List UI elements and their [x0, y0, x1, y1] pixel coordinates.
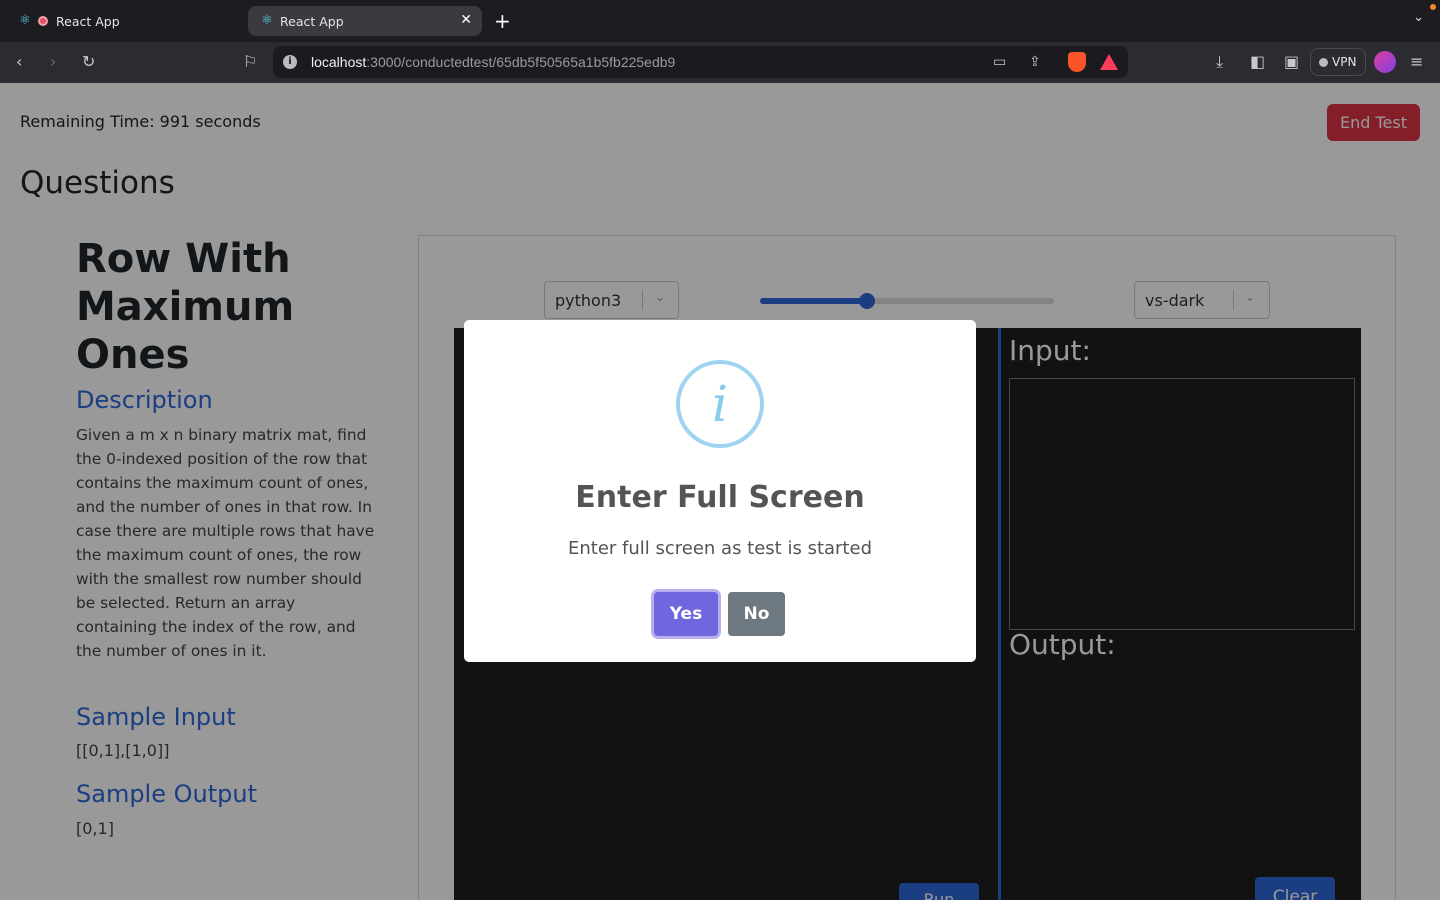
forward-icon[interactable]: › [50, 52, 56, 71]
new-tab-button[interactable]: + [494, 9, 511, 33]
no-button[interactable]: No [728, 592, 785, 636]
tab-title: React App [56, 13, 120, 29]
brave-shield-icon[interactable] [1068, 52, 1086, 72]
react-logo-icon: ⚛ [261, 13, 273, 28]
react-logo-icon: ⚛ [19, 13, 31, 28]
brave-rewards-icon[interactable] [1100, 54, 1118, 70]
back-icon[interactable]: ‹ [16, 52, 22, 71]
share-icon[interactable]: ⇪ [1029, 54, 1041, 70]
vpn-button[interactable]: VPN [1310, 48, 1366, 76]
vpn-status-icon [1319, 58, 1328, 67]
profile-avatar[interactable] [1374, 51, 1396, 73]
tab-list-chevron-icon[interactable]: ⌄ [1413, 10, 1424, 25]
menu-icon[interactable]: ≡ [1410, 52, 1423, 71]
browser-tab-1[interactable]: ⚛ React App [6, 6, 242, 36]
yes-button[interactable]: Yes [654, 592, 718, 636]
reload-icon[interactable]: ↻ [82, 52, 95, 71]
browser-tab-2-active[interactable]: ⚛ React App ✕ [248, 6, 482, 36]
vpn-label: VPN [1332, 55, 1357, 69]
sidebar-icon[interactable]: ◧ [1250, 52, 1265, 71]
update-dot-icon [1430, 4, 1436, 10]
browser-tab-bar: ⚛ React App ⚛ React App ✕ + ⌄ [0, 0, 1440, 42]
url-text[interactable]: localhost:3000/conductedtest/65db5f50565… [311, 54, 675, 70]
fullscreen-dialog: i Enter Full Screen Enter full screen as… [464, 320, 976, 662]
download-icon[interactable]: ⤓ [1216, 52, 1223, 72]
wallet-icon[interactable]: ▣ [1284, 52, 1299, 71]
address-bar[interactable]: i localhost:3000/conductedtest/65db5f505… [273, 46, 1128, 78]
site-info-icon[interactable]: i [283, 55, 297, 69]
dialog-text: Enter full screen as test is started [567, 538, 872, 559]
bookmark-icon[interactable]: ⚐ [243, 52, 257, 71]
cast-icon[interactable]: ▭ [993, 54, 1006, 70]
recording-indicator-icon [38, 16, 48, 26]
browser-toolbar: ‹ › ↻ ⚐ i localhost:3000/conductedtest/6… [0, 42, 1440, 83]
info-icon: i [676, 360, 764, 448]
close-tab-icon[interactable]: ✕ [460, 12, 472, 28]
tab-title: React App [280, 13, 344, 29]
dialog-title: Enter Full Screen [575, 480, 865, 515]
